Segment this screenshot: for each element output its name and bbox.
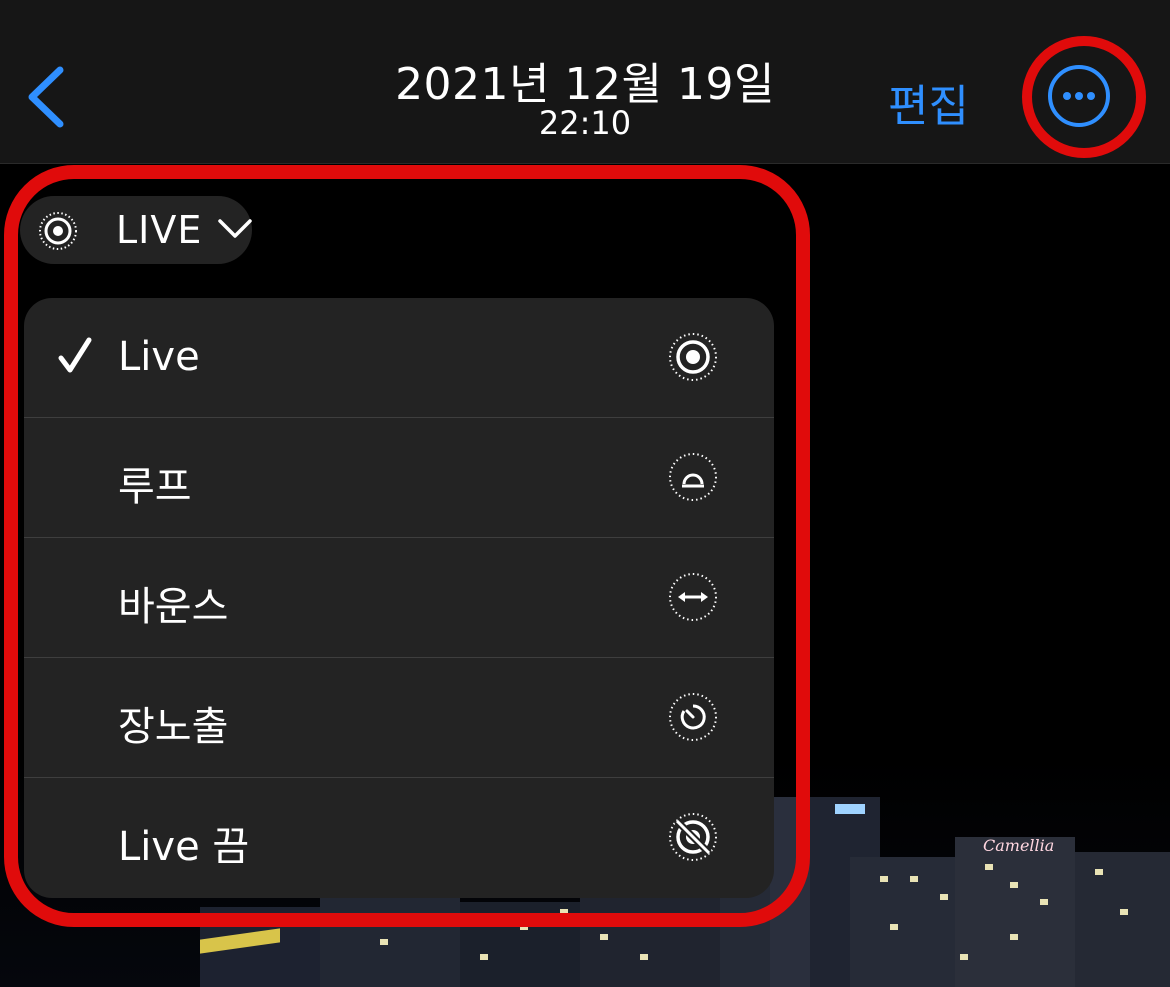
camellia-sign: Camellia <box>983 836 1055 855</box>
highlight-ring-menu <box>4 165 810 927</box>
photo-time: 22:10 <box>538 104 632 142</box>
highlight-ring-more-button <box>1022 36 1146 158</box>
photo-date: 2021년 12월 19일 <box>395 59 775 110</box>
edit-button[interactable]: 편집 <box>888 70 969 134</box>
navigation-bar: 2021년 12월 19일 22:10 편집 <box>0 0 1170 164</box>
